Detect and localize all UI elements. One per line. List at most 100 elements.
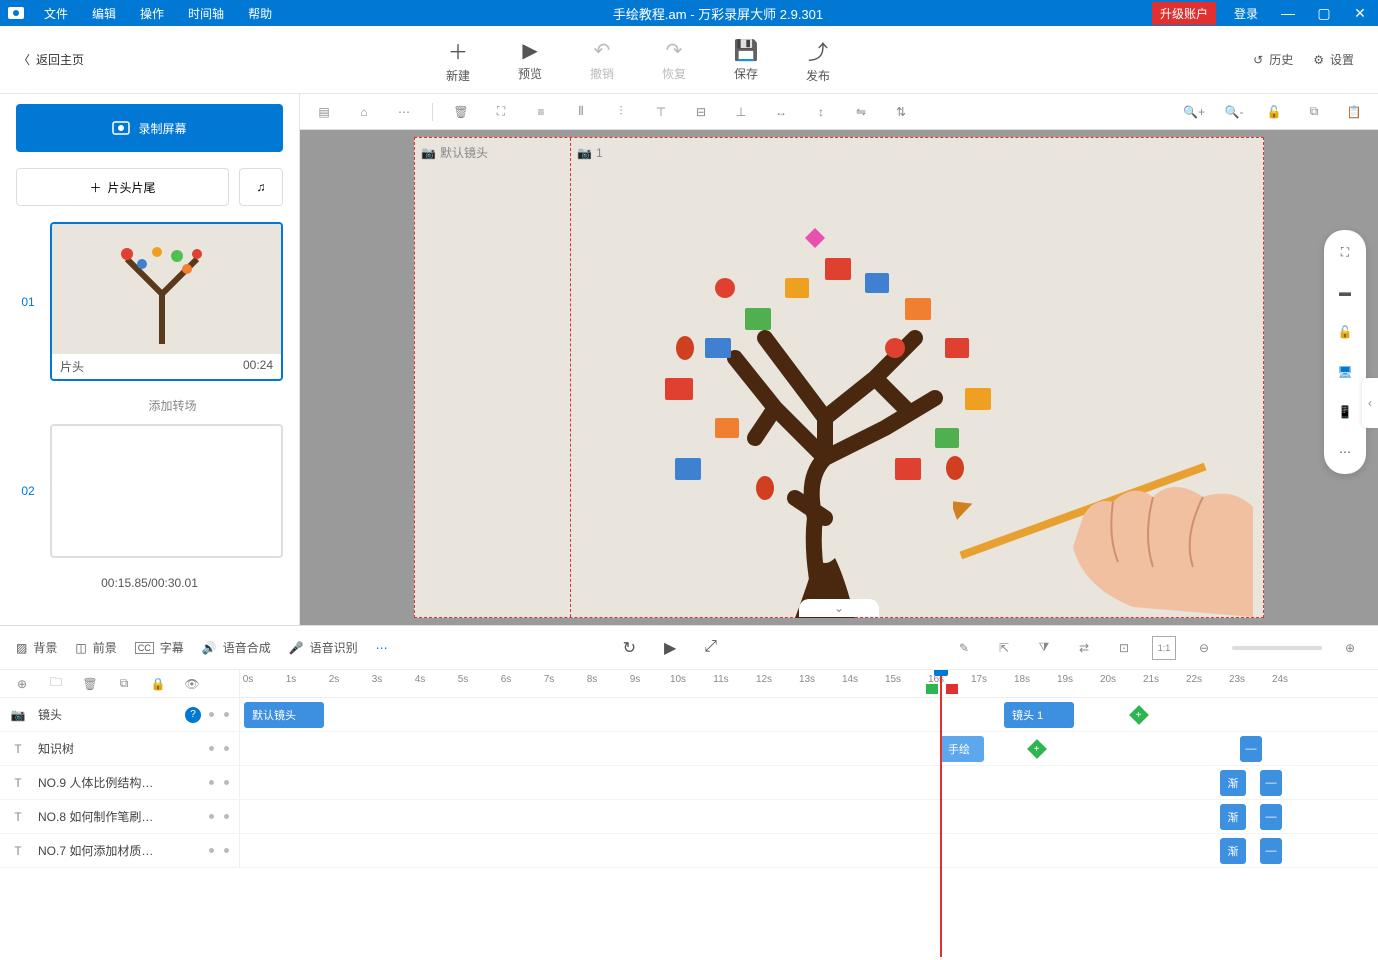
clip-gradient[interactable]: 渐 (1220, 804, 1246, 830)
playhead[interactable] (940, 670, 942, 957)
zoom-out-icon[interactable]: 🔍- (1222, 100, 1246, 124)
slide-thumbnail[interactable]: 片头 00:24 (50, 222, 283, 381)
track-text-2-head[interactable]: T NO.9 人体比例结构… (0, 766, 240, 799)
collapse-handle[interactable]: ⌄ (799, 599, 879, 617)
new-button[interactable]: ＋新建 (422, 36, 494, 84)
dock-more-icon[interactable]: ⋯ (1333, 440, 1357, 464)
fullscreen-icon[interactable]: ⛶ (1333, 240, 1357, 264)
more-tools-icon[interactable]: ⋯ (376, 641, 388, 655)
lock-track-icon[interactable]: 🔒 (146, 672, 170, 696)
clip-handdraw[interactable]: 手绘 (940, 736, 984, 762)
maximize-button[interactable]: ▢ (1306, 5, 1342, 22)
marker-red[interactable] (946, 684, 958, 694)
lock-icon[interactable]: 🔓 (1262, 100, 1286, 124)
align-middle-icon[interactable]: ⊟ (689, 100, 713, 124)
clip-end-marker[interactable]: — (1260, 770, 1282, 796)
menu-edit[interactable]: 编辑 (80, 5, 128, 22)
slide-item-2[interactable]: 02 (16, 424, 283, 558)
track-text-3-head[interactable]: T NO.8 如何制作笔刷… (0, 800, 240, 833)
crop-icon[interactable]: ⛶ (489, 100, 513, 124)
save-button[interactable]: 💾保存 (710, 38, 782, 82)
record-screen-button[interactable]: 录制屏幕 (16, 104, 283, 152)
align-left-icon[interactable]: ≡ (529, 100, 553, 124)
expand-icon[interactable]: ⤢ (704, 638, 717, 658)
login-button[interactable]: 登录 (1222, 5, 1270, 22)
layer-icon[interactable]: ▤ (312, 100, 336, 124)
track-text-4-head[interactable]: T NO.7 如何添加材质… (0, 834, 240, 867)
clip-end-marker[interactable]: — (1260, 804, 1282, 830)
tts-tool[interactable]: 🔊语音合成 (202, 639, 271, 656)
zoom-in-tl-icon[interactable]: ⊕ (1338, 636, 1362, 660)
marker-icon[interactable]: ⇱ (992, 636, 1016, 660)
time-ruler[interactable]: 0s1s2s3s4s5s6s7s8s9s10s11s12s13s14s15s16… (240, 670, 1378, 697)
unlock-icon[interactable]: 🔓 (1333, 320, 1357, 344)
eye-icon[interactable]: 👁 (180, 672, 204, 696)
flip-h-icon[interactable]: ⇋ (849, 100, 873, 124)
close-button[interactable]: ✕ (1342, 5, 1378, 22)
asr-tool[interactable]: 🎤语音识别 (289, 639, 358, 656)
intro-outro-button[interactable]: ＋片头片尾 (16, 168, 229, 206)
distribute-h-icon[interactable]: ↔ (769, 100, 793, 124)
keyframe-add[interactable]: + (1129, 705, 1149, 725)
help-icon[interactable]: ? (185, 707, 201, 723)
align-right-icon[interactable]: ⫶ (609, 100, 633, 124)
clip-camera-1[interactable]: 镜头 1 (1004, 702, 1074, 728)
track-text-2-body[interactable]: 渐 — (240, 766, 1378, 799)
menu-help[interactable]: 帮助 (236, 5, 284, 22)
zoom-in-icon[interactable]: 🔍+ (1182, 100, 1206, 124)
distribute-v-icon[interactable]: ↕ (809, 100, 833, 124)
track-camera-head[interactable]: 📷 镜头 ? (0, 698, 240, 731)
trash-track-icon[interactable]: 🗑 (78, 672, 102, 696)
history-button[interactable]: ↺历史 (1253, 51, 1293, 68)
menu-file[interactable]: 文件 (32, 5, 80, 22)
clip-end-marker[interactable]: — (1260, 838, 1282, 864)
desktop-icon[interactable]: 🖥 (1333, 360, 1357, 384)
slide-item-1[interactable]: 01 片头 00:24 (16, 222, 283, 381)
undo-button[interactable]: ↶撤销 (566, 38, 638, 82)
zoom-slider[interactable] (1232, 646, 1322, 650)
menu-action[interactable]: 操作 (128, 5, 176, 22)
canvas-viewport[interactable]: 📷 默认镜头 📷 1 (300, 130, 1378, 625)
more-icon[interactable]: ⋯ (392, 100, 416, 124)
layer-dock-icon[interactable]: ▬ (1333, 280, 1357, 304)
stage[interactable]: 📷 默认镜头 📷 1 (414, 137, 1264, 618)
clip-default-camera[interactable]: 默认镜头 (244, 702, 324, 728)
duplicate-icon[interactable]: ⧉ (112, 672, 136, 696)
subtitle-tool[interactable]: CC字幕 (135, 639, 184, 656)
music-button[interactable]: ♫ (239, 168, 283, 206)
slide-thumbnail[interactable] (50, 424, 283, 558)
background-tool[interactable]: ▨背景 (16, 639, 57, 656)
play-button[interactable]: ▶ (664, 638, 676, 658)
settings-button[interactable]: ⚙设置 (1313, 51, 1354, 68)
foreground-tool[interactable]: ◫前景 (75, 639, 116, 656)
track-camera-body[interactable]: 默认镜头 镜头 1 + (240, 698, 1378, 731)
marker-green[interactable] (926, 684, 938, 694)
clip-gradient[interactable]: 渐 (1220, 838, 1246, 864)
copy-icon[interactable]: ⧉ (1302, 100, 1326, 124)
align-top-icon[interactable]: ⊤ (649, 100, 673, 124)
keyframe-add[interactable]: + (1027, 739, 1047, 759)
track-text-1-body[interactable]: 手绘 + — (240, 732, 1378, 765)
fit-icon[interactable]: 1:1 (1152, 636, 1176, 660)
flip-v-icon[interactable]: ⇅ (889, 100, 913, 124)
align-center-icon[interactable]: ⫴ (569, 100, 593, 124)
home-icon[interactable]: ⌂ (352, 100, 376, 124)
edit-icon[interactable]: ✎ (952, 636, 976, 660)
track-text-4-body[interactable]: 渐 — (240, 834, 1378, 867)
upgrade-button[interactable]: 升级账户 (1152, 2, 1216, 25)
preview-button[interactable]: ▶预览 (494, 38, 566, 82)
replay-icon[interactable]: ↻ (623, 638, 636, 658)
minimize-button[interactable]: — (1270, 5, 1306, 21)
filter-icon[interactable]: ⧩ (1032, 636, 1056, 660)
clip-icon[interactable]: ⊡ (1112, 636, 1136, 660)
add-transition-button[interactable]: 添加转场 (16, 391, 283, 424)
menu-timeline[interactable]: 时间轴 (176, 5, 236, 22)
link-icon[interactable]: ⇄ (1072, 636, 1096, 660)
zoom-out-tl-icon[interactable]: ⊖ (1192, 636, 1216, 660)
track-text-3-body[interactable]: 渐 — (240, 800, 1378, 833)
redo-button[interactable]: ↷恢复 (638, 38, 710, 82)
clip-end-marker[interactable]: — (1240, 736, 1262, 762)
align-bottom-icon[interactable]: ⊥ (729, 100, 753, 124)
track-text-1-head[interactable]: T 知识树 (0, 732, 240, 765)
clip-gradient[interactable]: 渐 (1220, 770, 1246, 796)
